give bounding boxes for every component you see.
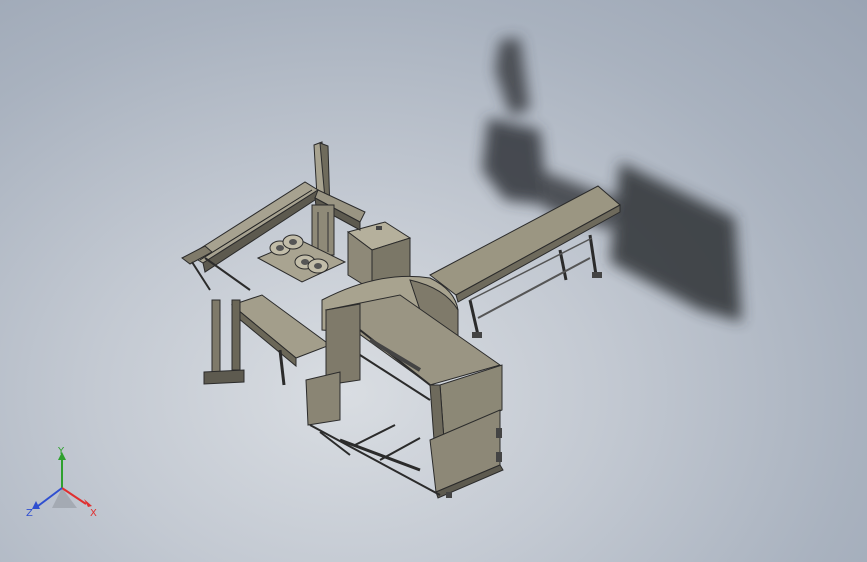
y-axis-label: Y	[57, 446, 65, 457]
axis-triad: Y X Z	[26, 446, 97, 519]
triad-base	[52, 488, 77, 508]
gantry-robot[interactable]	[181, 141, 366, 291]
y-axis-arrow	[58, 452, 66, 488]
cad-viewport[interactable]: Y X Z	[0, 0, 867, 562]
machine-assembly-model[interactable]	[0, 0, 867, 562]
model-shadow	[482, 38, 742, 322]
infeed-conveyor[interactable]	[203, 294, 332, 386]
z-axis-label: Z	[26, 508, 33, 519]
main-frame[interactable]	[324, 294, 503, 441]
x-axis-label: X	[90, 508, 97, 519]
